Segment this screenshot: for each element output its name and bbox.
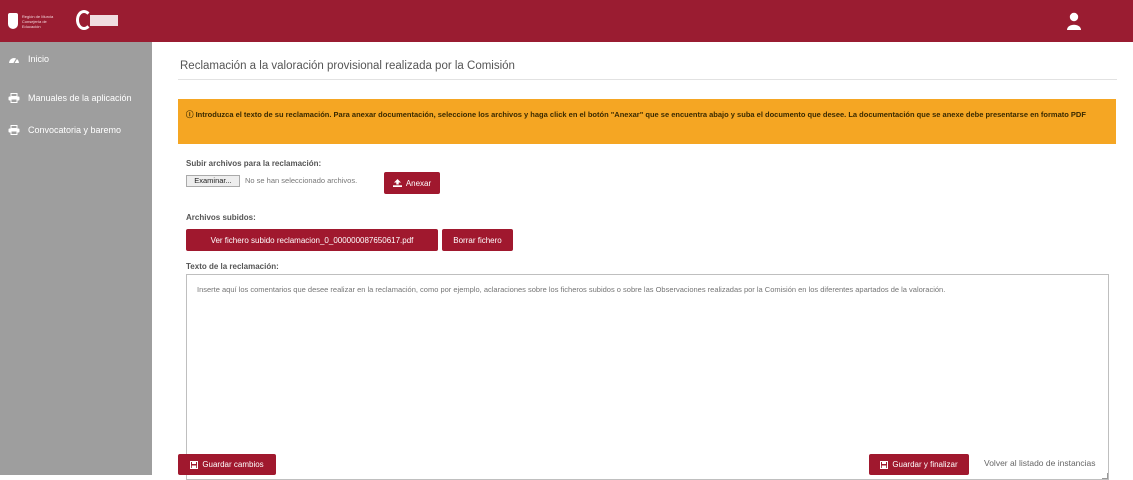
sidebar: Inicio Manuales de la aplicación Convoca… xyxy=(0,42,152,475)
upload-label: Subir archivos para la reclamación: xyxy=(186,159,322,168)
claim-textarea[interactable] xyxy=(186,274,1109,480)
top-bar: Región de Murcia Consejería de Educación xyxy=(0,0,1133,42)
browse-button[interactable]: Examinar... xyxy=(186,175,240,187)
delete-file-label: Borrar fichero xyxy=(453,235,502,245)
crest-icon xyxy=(8,13,18,29)
department-logo[interactable] xyxy=(76,10,118,32)
uploaded-label: Archivos subidos: xyxy=(186,213,256,222)
user-icon[interactable] xyxy=(1066,12,1082,30)
view-file-button[interactable]: Ver fichero subido reclamacion_0_0000000… xyxy=(186,229,438,251)
resize-grip-icon[interactable] xyxy=(1102,473,1108,479)
logo-bar xyxy=(90,15,118,26)
dashboard-icon xyxy=(9,57,19,64)
sidebar-item-inicio[interactable]: Inicio xyxy=(8,50,49,68)
back-link[interactable]: Volver al listado de instancias xyxy=(984,458,1096,468)
save-finish-label: Guardar y finalizar xyxy=(892,460,958,469)
text-label: Texto de la reclamación: xyxy=(186,262,279,271)
alert-text: Introduzca el texto de su reclamación. P… xyxy=(195,110,1086,119)
attach-label: Anexar xyxy=(405,178,432,188)
page-title: Reclamación a la valoración provisional … xyxy=(180,60,515,72)
sidebar-item-label: Manuales de la aplicación xyxy=(28,93,132,103)
sidebar-item-manuales[interactable]: Manuales de la aplicación xyxy=(8,89,132,107)
region-logo[interactable]: Región de Murcia Consejería de Educación xyxy=(8,9,66,33)
save-label: Guardar cambios xyxy=(202,460,264,469)
sidebar-item-label: Convocatoria y baremo xyxy=(28,125,122,135)
logo-subtitle: Consejería de Educación xyxy=(21,18,47,29)
floppy-icon xyxy=(190,460,199,469)
printer-icon xyxy=(8,93,20,103)
sidebar-item-label: Inicio xyxy=(28,54,50,64)
info-alert: ⓘ Introduzca el texto de su reclamación.… xyxy=(178,99,1116,144)
main-content: Reclamación a la valoración provisional … xyxy=(152,42,1133,480)
delete-file-button[interactable]: Borrar fichero xyxy=(442,229,513,251)
file-status: No se han seleccionado archivos. xyxy=(245,176,358,185)
floppy-icon xyxy=(880,460,889,469)
info-icon: ⓘ xyxy=(186,110,196,119)
printer-icon xyxy=(8,125,20,135)
view-file-label: Ver fichero subido reclamacion_0_0000000… xyxy=(210,235,414,245)
save-button[interactable]: Guardar cambios xyxy=(178,454,276,475)
upload-icon xyxy=(392,179,402,187)
title-divider xyxy=(178,79,1117,80)
sidebar-item-convocatoria[interactable]: Convocatoria y baremo xyxy=(8,121,121,139)
save-finish-button[interactable]: Guardar y finalizar xyxy=(869,454,969,475)
attach-button[interactable]: Anexar xyxy=(384,172,440,194)
